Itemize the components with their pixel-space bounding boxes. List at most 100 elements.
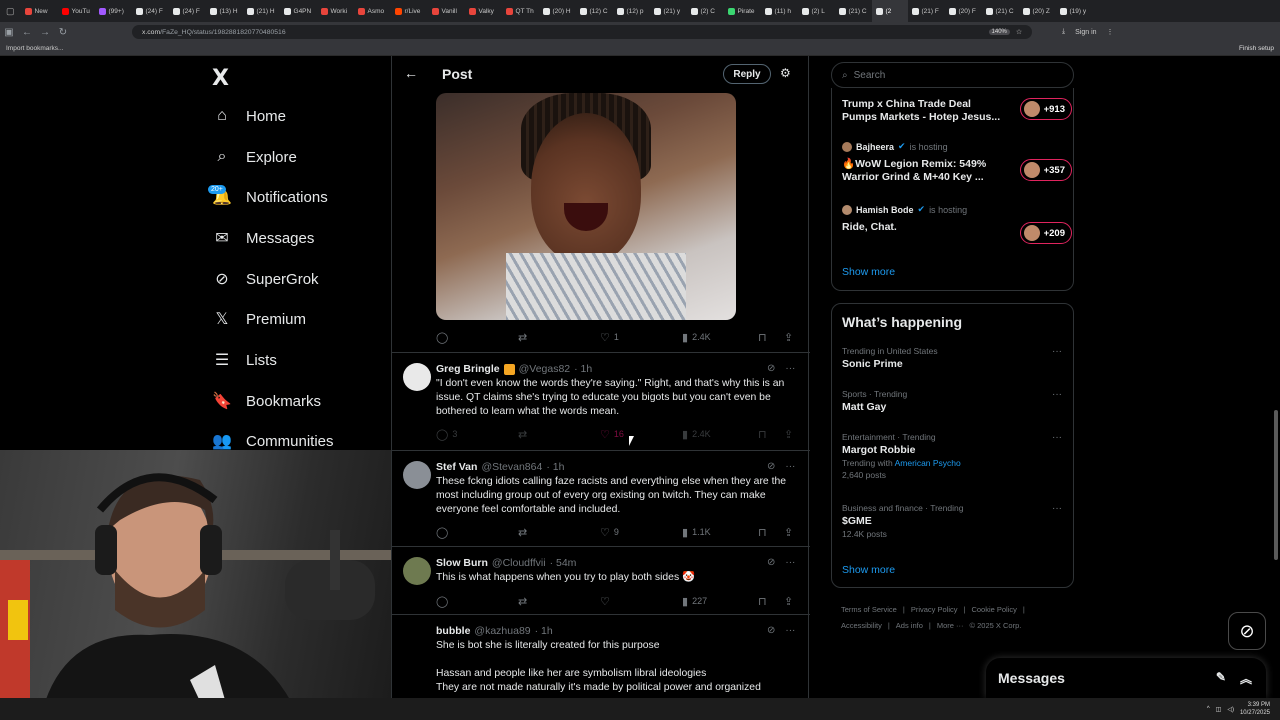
trend-link[interactable]: American Psycho: [895, 458, 961, 468]
bookmark-action[interactable]: ⊓: [758, 331, 767, 344]
space-item[interactable]: Bajheera ✔ is hosting 🔥WoW Legion Remix: 5…: [842, 141, 1072, 184]
browser-tab[interactable]: (20) H: [539, 0, 576, 22]
download-icon[interactable]: ⤓: [1062, 28, 1065, 36]
display-name[interactable]: Slow Burn: [436, 557, 488, 569]
bookmark-action[interactable]: ⊓: [758, 428, 767, 441]
extensions-icon[interactable]: ⋮: [1107, 28, 1114, 36]
search-input[interactable]: ⌕ Search: [831, 62, 1074, 88]
grok-icon[interactable]: ⊘: [767, 557, 775, 568]
browser-tab[interactable]: r/Live: [391, 0, 428, 22]
trend-item[interactable]: Trending in United States Sonic Prime ··…: [842, 346, 1067, 370]
browser-tab[interactable]: G4PN: [280, 0, 317, 22]
views-action[interactable]: ▮ 1.1K: [682, 526, 711, 539]
browser-tab[interactable]: (12) p: [613, 0, 650, 22]
network-icon[interactable]: ◫: [1216, 706, 1222, 713]
share-action[interactable]: ⇪: [784, 595, 793, 608]
display-name[interactable]: bubble: [436, 625, 470, 637]
footer-link[interactable]: Ads info: [896, 621, 923, 630]
timestamp[interactable]: · 1h: [546, 461, 564, 473]
browser-tab[interactable]: (21) H: [243, 0, 280, 22]
views-action[interactable]: ▮ 227: [682, 595, 707, 608]
reply-action[interactable]: ◯ 3: [436, 428, 457, 441]
browser-tab[interactable]: Valky: [465, 0, 502, 22]
nav-item-notifications[interactable]: 🔔 Notifications: [212, 187, 328, 207]
trend-item[interactable]: Sports · Trending Matt Gay ···: [842, 389, 1067, 413]
avatar[interactable]: [403, 461, 431, 489]
reply-action[interactable]: ◯: [436, 331, 448, 344]
adjust-icon[interactable]: ⚙: [780, 66, 791, 80]
more-icon[interactable]: ···: [1052, 503, 1062, 514]
compose-message-icon[interactable]: ✎: [1216, 670, 1226, 687]
browser-tab[interactable]: (2) L: [798, 0, 835, 22]
nav-item-home[interactable]: ⌂ Home: [212, 106, 286, 126]
forward-icon[interactable]: →: [36, 27, 54, 38]
share-action[interactable]: ⇪: [784, 526, 793, 539]
footer-link[interactable]: © 2025 X Corp.: [970, 621, 1022, 630]
bookmark-action[interactable]: ⊓: [758, 526, 767, 539]
browser-tab[interactable]: (20) F: [945, 0, 982, 22]
retweet-action[interactable]: ⇄: [518, 526, 527, 539]
handle[interactable]: @Cloudffvii: [492, 557, 546, 569]
nav-item-bookmarks[interactable]: 🔖 Bookmarks: [212, 391, 321, 411]
show-more-link[interactable]: Show more: [842, 266, 895, 278]
more-icon[interactable]: ···: [1052, 346, 1062, 357]
like-action[interactable]: ♡: [600, 595, 610, 608]
share-action[interactable]: ⇪: [784, 331, 793, 344]
browser-tab[interactable]: (19) y: [1056, 0, 1093, 22]
nav-item-messages[interactable]: ✉ Messages: [212, 228, 314, 248]
browser-tab[interactable]: (2: [871, 0, 908, 22]
footer-link[interactable]: Privacy Policy: [911, 605, 958, 614]
share-action[interactable]: ⇪: [784, 428, 793, 441]
browser-tab[interactable]: (21) C: [835, 0, 872, 22]
footer-link[interactable]: Accessibility: [841, 621, 882, 630]
handle[interactable]: @kazhua89: [474, 625, 530, 637]
footer-link[interactable]: Terms of Service: [841, 605, 897, 614]
browser-tab[interactable]: (21) y: [650, 0, 687, 22]
grok-icon[interactable]: ⊘: [767, 363, 775, 374]
grok-button[interactable]: ⊘: [1228, 612, 1266, 650]
avatar[interactable]: [403, 557, 431, 585]
reply-tweet[interactable]: Slow Burn @Cloudffvii · 54m ⊘ ··· This is…: [392, 546, 810, 614]
grok-icon[interactable]: ⊘: [767, 461, 775, 472]
reply-action[interactable]: ◯: [436, 595, 448, 608]
views-action[interactable]: ▮ 2.4K: [682, 428, 711, 441]
handle[interactable]: @Stevan864: [481, 461, 542, 473]
import-bookmarks-link[interactable]: Import bookmarks...: [6, 45, 63, 52]
browser-tab[interactable]: (21) F: [908, 0, 945, 22]
reply-tweet[interactable]: Greg Bringle @Vegas82 · 1h ⊘ ··· "I don't…: [392, 352, 810, 450]
volume-icon[interactable]: ◁): [1227, 706, 1234, 713]
browser-tab[interactable]: Asmo: [354, 0, 391, 22]
reload-icon[interactable]: ↻: [54, 27, 72, 38]
grok-icon[interactable]: ⊘: [767, 625, 775, 636]
like-action[interactable]: ♡ 9: [600, 526, 619, 539]
x-logo[interactable]: X: [212, 66, 229, 91]
more-icon[interactable]: ···: [1052, 389, 1062, 400]
sign-in-button[interactable]: Sign in: [1075, 29, 1096, 36]
messages-drawer[interactable]: Messages ✎ ︽: [986, 658, 1266, 698]
bookmark-action[interactable]: ⊓: [758, 595, 767, 608]
handle[interactable]: @Vegas82: [519, 363, 571, 375]
footer-link[interactable]: Cookie Policy: [971, 605, 1016, 614]
browser-tab[interactable]: (24) F: [169, 0, 206, 22]
trend-item[interactable]: Business and finance · Trending $GME 12.…: [842, 503, 1067, 539]
nav-item-lists[interactable]: ☰ Lists: [212, 350, 277, 370]
avatar[interactable]: [403, 363, 431, 391]
more-icon[interactable]: ···: [1052, 432, 1062, 443]
tab-menu-icon[interactable]: ▢: [0, 6, 21, 17]
reply-button[interactable]: Reply: [723, 64, 771, 84]
retweet-action[interactable]: ⇄: [518, 428, 527, 441]
timestamp[interactable]: · 1h: [535, 625, 553, 637]
scrollbar[interactable]: [1274, 410, 1278, 560]
display-name[interactable]: Greg Bringle: [436, 363, 500, 375]
like-action[interactable]: ♡ 16: [600, 428, 624, 441]
zoom-badge[interactable]: 140%: [988, 29, 1010, 35]
browser-tab[interactable]: (12) C: [576, 0, 613, 22]
more-icon[interactable]: ···: [785, 461, 795, 472]
show-more-link[interactable]: Show more: [842, 564, 895, 576]
timestamp[interactable]: · 1h: [574, 363, 592, 375]
more-icon[interactable]: ···: [785, 625, 795, 636]
like-action[interactable]: ♡ 1: [600, 331, 619, 344]
back-arrow-icon[interactable]: ←: [404, 65, 418, 81]
nav-item-communities[interactable]: 👥 Communities: [212, 431, 334, 451]
url-field[interactable]: x.com/FaZe_HQ/status/1982881820770480516…: [132, 25, 1032, 39]
